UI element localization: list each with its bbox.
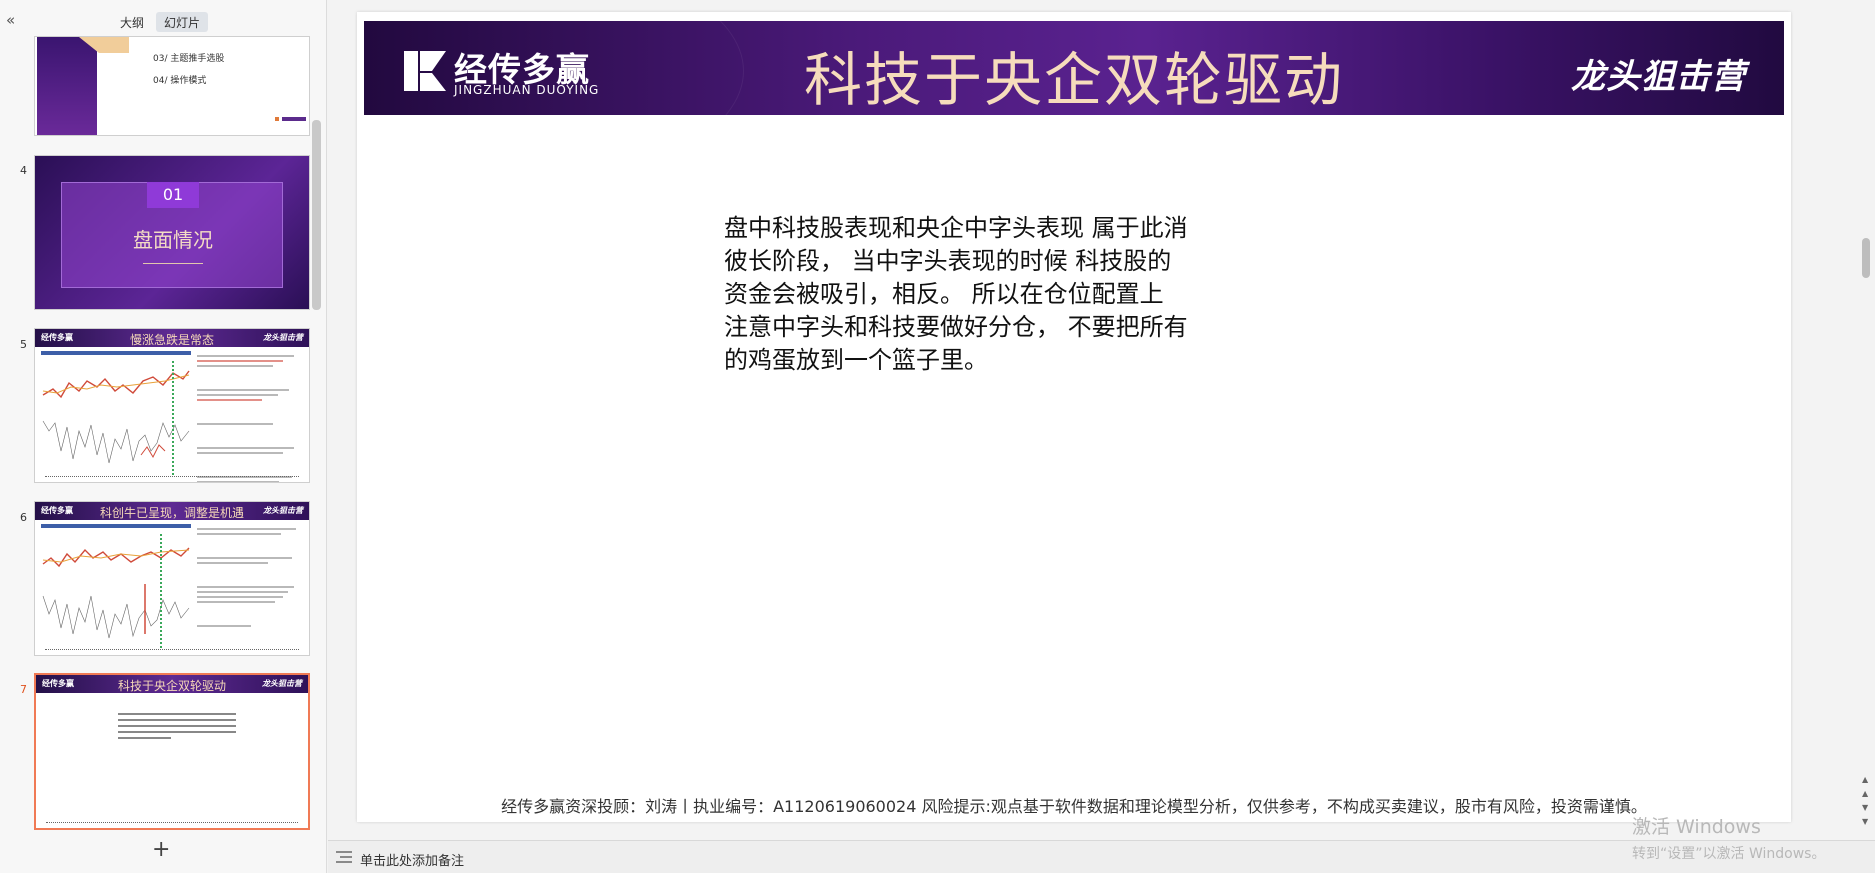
windows-activation-watermark: 激活 Windows 转到“设置”以激活 Windows。 — [1632, 812, 1825, 863]
agenda-item: 04/ 操作模式 — [153, 76, 207, 86]
slide-thumbnail-panel: « 大纲 幻灯片 03/ 主题推手选股 04/ 操作模式 4 01 盘面情况 5… — [0, 0, 327, 873]
slide-number: 4 — [20, 164, 27, 177]
thumbnail-footer — [45, 476, 299, 478]
current-slide[interactable]: 经传多赢 JINGZHUAN DUOYING 科技于央企双轮驱动 龙头狙击营 盘… — [357, 12, 1791, 822]
body-line: 的鸡蛋放到一个篮子里。 — [724, 346, 988, 374]
thumbnail-header: 经传多赢 科创牛已呈现，调整是机遇 龙头狙击营 — [35, 502, 309, 520]
slide-thumbnail-6[interactable]: 经传多赢 科创牛已呈现，调整是机遇 龙头狙击营 — [34, 501, 310, 656]
slide-thumbnail-5[interactable]: 经传多赢 慢涨急跌是常态 龙头狙击营 — [34, 328, 310, 483]
slide-thumbnail-7[interactable]: 经传多赢 科技于央企双轮驱动 龙头狙击营 — [34, 673, 310, 830]
decorative-bar — [275, 117, 279, 121]
scroll-down-icon[interactable]: ▼ — [1862, 818, 1868, 826]
thumbnail-header: 经传多赢 科技于央企双轮驱动 龙头狙击营 — [36, 675, 308, 693]
slide-header-banner: 经传多赢 JINGZHUAN DUOYING 科技于央企双轮驱动 龙头狙击营 — [364, 21, 1784, 115]
slide-number: 5 — [20, 338, 27, 351]
slide-thumbnail-4[interactable]: 01 盘面情况 — [34, 155, 310, 310]
thumbnail-footer — [46, 822, 298, 824]
slide-number: 6 — [20, 511, 27, 524]
panel-tabs: 大纲 幻灯片 — [112, 12, 209, 32]
stock-chart-image — [41, 351, 191, 476]
body-line: 盘中科技股表现和央企中字头表现 属于此消 — [724, 214, 1188, 242]
brand-logo: 龙头狙击营 — [263, 506, 303, 515]
body-line: 资金会被吸引，相反。 所以在仓位配置上 — [724, 280, 1164, 308]
scroll-up-icon[interactable]: ▲ — [1862, 776, 1868, 784]
notes-icon — [336, 851, 352, 863]
slide-disclaimer[interactable]: 经传多赢资深投顾：刘涛丨执业编号：A1120619060024 风险提示:观点基… — [357, 793, 1791, 817]
next-page-icon[interactable]: ▼ — [1862, 804, 1868, 812]
body-line: 彼长阶段， 当中字头表现的时候 科技股的 — [724, 247, 1172, 275]
stock-chart-image — [41, 524, 191, 649]
decorative-bar — [282, 117, 306, 121]
section-title: 盘面情况 — [133, 228, 213, 252]
vertical-scrollbar[interactable]: ▲ ▲ ▼ ▼ — [1858, 0, 1875, 840]
tab-outline[interactable]: 大纲 — [112, 12, 152, 32]
brand-logo: 龙头狙击营 — [262, 679, 302, 688]
section-badge: 01 — [147, 182, 199, 208]
watermark-line: 激活 Windows — [1632, 816, 1761, 838]
watermark-line: 转到“设置”以激活 Windows。 — [1632, 846, 1826, 862]
thumbnail-header: 经传多赢 慢涨急跌是常态 龙头狙击营 — [35, 329, 309, 347]
prev-page-icon[interactable]: ▲ — [1862, 790, 1868, 798]
add-slide-button[interactable]: + — [152, 839, 170, 861]
body-line: 注意中字头和科技要做好分仓， 不要把所有 — [724, 313, 1188, 341]
thumbnail-scrollbar[interactable] — [312, 120, 321, 310]
divider — [143, 263, 203, 264]
brand-logo: 龙头狙击营 — [263, 333, 303, 342]
decorative-band — [37, 37, 97, 135]
thumbnail-text-block — [197, 528, 305, 630]
thumbnail-text-block — [197, 355, 305, 482]
slide-body-text[interactable]: 盘中科技股表现和央企中字头表现 属于此消 彼长阶段， 当中字头表现的时候 科技股… — [724, 212, 1264, 377]
collapse-panel-icon[interactable]: « — [6, 12, 22, 28]
scrollbar-thumb[interactable] — [1862, 238, 1870, 278]
thumbnail-footer — [45, 649, 299, 651]
slide-editor: 经传多赢 JINGZHUAN DUOYING 科技于央企双轮驱动 龙头狙击营 盘… — [328, 0, 1875, 873]
slide-number: 7 — [20, 683, 27, 696]
brand-logo-right: 龙头狙击营 — [1571, 57, 1746, 97]
tab-slides[interactable]: 幻灯片 — [156, 12, 209, 32]
thumbnail-text-block — [118, 713, 236, 743]
agenda-item: 03/ 主题推手选股 — [153, 54, 225, 64]
slide-thumbnail-3[interactable]: 03/ 主题推手选股 04/ 操作模式 — [34, 36, 310, 136]
add-notes-placeholder[interactable]: 单击此处添加备注 — [360, 850, 464, 869]
